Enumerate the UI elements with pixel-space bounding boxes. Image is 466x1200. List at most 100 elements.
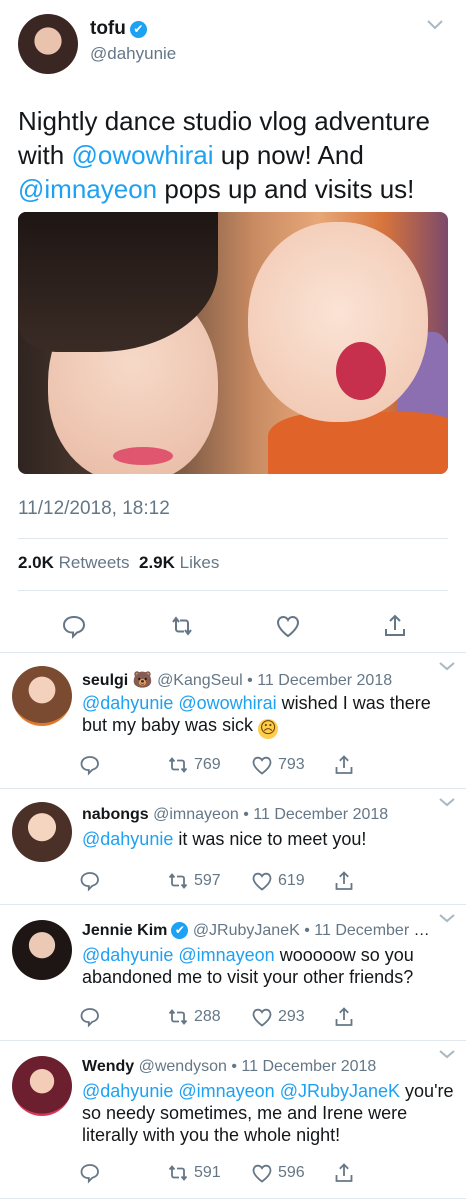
share-button[interactable] [332,868,356,894]
reply-icon [80,1164,99,1184]
like-count: 619 [278,872,305,889]
heart-icon [252,1008,272,1027]
chevron-down-icon[interactable] [424,14,446,36]
reply-date: 11 December 2... [314,922,434,939]
reply-button[interactable] [78,1160,102,1186]
mention-link[interactable]: @dahyunie [82,693,173,713]
user-handle[interactable]: @dahyunie [90,44,176,64]
reply-button[interactable] [78,752,102,778]
chevron-down-icon[interactable] [438,1048,456,1060]
tweet-header: tofu ✔ @dahyunie [18,14,448,76]
mention-link[interactable]: @dahyunie [82,945,173,965]
reply-icon [80,1008,99,1028]
reply-text: @dahyunie @owowhirai wished I was there … [82,692,454,739]
reply-button[interactable] [78,868,102,894]
text-span: pops up and visits us! [157,174,415,204]
like-button[interactable]: 793 [250,752,305,778]
retweet-count: 769 [194,756,221,773]
retweet-icon [168,1009,188,1025]
reply-header: Jennie Kim ✔ @JRubyJaneK • 11 December 2.… [82,922,434,940]
like-button[interactable]: 619 [250,868,305,894]
user-handle[interactable]: @wendyson [139,1058,227,1075]
display-name[interactable]: Jennie Kim [82,922,167,939]
avatar[interactable] [18,14,78,74]
reply-tweet[interactable]: nabongs @imnayeon • 11 December 2018 @dah… [0,788,466,904]
dot-separator: • [304,922,310,939]
reply-header: nabongs @imnayeon • 11 December 2018 [82,806,434,824]
dot-separator: • [247,672,253,689]
likes-stat[interactable]: 2.9K Likes [139,553,219,572]
share-button[interactable] [332,752,356,778]
retweet-icon[interactable] [167,611,197,641]
chevron-down-icon[interactable] [438,660,456,672]
avatar[interactable] [12,666,72,726]
like-count: 596 [278,1164,305,1181]
share-icon [335,1163,353,1182]
retweet-icon [168,757,188,773]
retweet-button[interactable]: 769 [166,752,221,778]
tweet-actions [18,611,448,641]
divider [18,538,448,539]
user-handle[interactable]: @JRubyJaneK [193,922,300,939]
avatar[interactable] [12,802,72,862]
avatar[interactable] [12,1056,72,1116]
reply-tweet[interactable]: seulgi 🐻 @KangSeul • 11 December 2018 @da… [0,652,466,788]
display-name[interactable]: tofu ✔ [90,18,147,40]
mention-link[interactable]: @dahyunie [82,829,173,849]
display-name[interactable]: nabongs [82,806,149,823]
dot-separator: • [231,1058,237,1075]
tweet-text: Nightly dance studio vlog adventure with… [18,104,448,206]
reply-header: seulgi 🐻 @KangSeul • 11 December 2018 [82,670,434,690]
mention-link[interactable]: @imnayeon [178,945,274,965]
like-button[interactable]: 293 [250,1004,305,1030]
heart-icon [252,1164,272,1183]
retweet-button[interactable]: 591 [166,1160,221,1186]
retweet-count: 597 [194,872,221,889]
reply-text: @dahyunie it was nice to meet you! [82,828,454,850]
display-name[interactable]: seulgi [82,672,128,689]
like-icon[interactable] [273,611,303,641]
reply-icon [80,756,99,776]
share-icon[interactable] [380,611,410,641]
reply-icon [80,872,99,892]
reply-date: 11 December 2018 [241,1058,377,1075]
display-name[interactable]: Wendy [82,1058,134,1075]
verified-badge-icon: ✔ [129,21,147,38]
mention-link[interactable]: @imnayeon [18,174,157,204]
avatar[interactable] [12,920,72,980]
share-button[interactable] [332,1004,356,1030]
retweets-stat[interactable]: 2.0K Retweets [18,553,130,572]
user-handle[interactable]: @KangSeul [157,672,243,689]
reply-icon[interactable] [59,611,89,641]
share-button[interactable] [332,1160,356,1186]
retweet-count: 288 [194,1008,221,1025]
retweet-button[interactable]: 288 [166,1004,221,1030]
reply-tweet[interactable]: Jennie Kim ✔ @JRubyJaneK • 11 December 2.… [0,904,466,1040]
reply-date: 11 December 2018 [257,672,393,689]
chevron-down-icon[interactable] [438,796,456,808]
reply-date: 11 December 2018 [253,806,389,823]
chevron-down-icon[interactable] [438,912,456,924]
reply-text: @dahyunie @imnayeon @JRubyJaneK you're s… [82,1080,454,1146]
divider [18,590,448,591]
like-count: 793 [278,756,305,773]
share-icon [335,871,353,890]
retweet-icon [168,1165,188,1181]
reply-button[interactable] [78,1004,102,1030]
retweet-count: 591 [194,1164,221,1181]
mention-link[interactable]: @JRubyJaneK [280,1081,400,1101]
mention-link[interactable]: @owowhirai [178,693,276,713]
mention-link[interactable]: @imnayeon [178,1081,274,1101]
retweet-icon [168,873,188,889]
mention-link[interactable]: @dahyunie [82,1081,173,1101]
user-handle[interactable]: @imnayeon [153,806,239,823]
retweet-button[interactable]: 597 [166,868,221,894]
share-icon [335,1007,353,1026]
tweet-photo[interactable] [18,212,448,474]
like-button[interactable]: 596 [250,1160,305,1186]
mention-link[interactable]: @owowhirai [71,140,213,170]
reply-header: Wendy @wendyson • 11 December 2018 [82,1058,434,1076]
reply-tweet[interactable]: Wendy @wendyson • 11 December 2018 @dahyu… [0,1040,466,1198]
tweet-timestamp: 11/12/2018, 18:12 [18,498,170,519]
heart-icon [252,756,272,775]
